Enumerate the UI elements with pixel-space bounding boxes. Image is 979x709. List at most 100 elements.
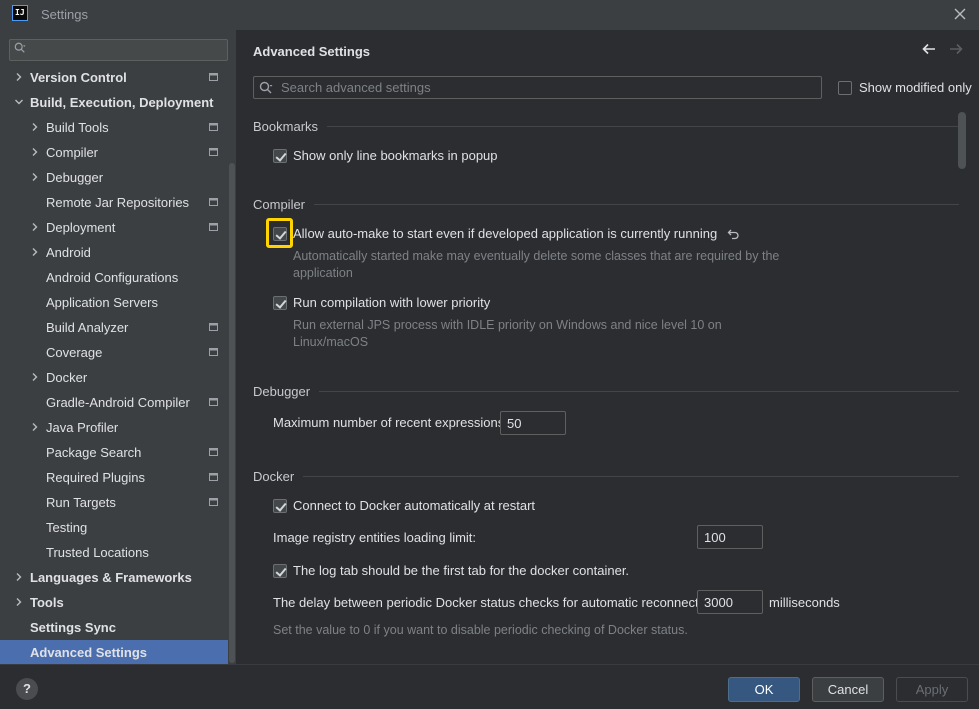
docker-auto-connect-checkbox[interactable] — [273, 498, 287, 513]
back-arrow-icon[interactable] — [920, 40, 938, 58]
intellij-logo-icon: IJ — [12, 5, 28, 21]
project-level-icon — [209, 223, 218, 231]
sidebar-item-package-search[interactable]: Package Search — [0, 440, 228, 465]
sidebar-item-java-profiler[interactable]: Java Profiler — [0, 415, 228, 440]
sidebar-item-build-tools[interactable]: Build Tools — [0, 115, 228, 140]
sidebar-item-label: Deployment — [46, 220, 116, 235]
chevron-right-icon[interactable] — [30, 147, 40, 157]
forward-arrow-icon — [950, 43, 963, 55]
sidebar-item-label: Application Servers — [46, 295, 158, 310]
project-level-icon — [209, 323, 218, 331]
sidebar-item-deployment[interactable]: Deployment — [0, 215, 228, 240]
registry-limit-input[interactable] — [698, 526, 762, 548]
settings-main-panel: Advanced Settings Show modified only Boo… — [236, 30, 979, 664]
sidebar-item-tools[interactable]: Tools — [0, 590, 228, 615]
main-scrollbar[interactable] — [958, 112, 966, 169]
ok-button[interactable]: OK — [728, 677, 800, 702]
sidebar-item-trusted-locations[interactable]: Trusted Locations — [0, 540, 228, 565]
registry-limit-label: Image registry entities loading limit: — [273, 530, 477, 545]
search-icon — [259, 81, 273, 94]
sidebar-scrollbar[interactable] — [229, 163, 235, 663]
chevron-right-icon[interactable] — [14, 597, 24, 607]
sidebar-item-label: Languages & Frameworks — [30, 570, 192, 585]
sidebar-item-languages-frameworks[interactable]: Languages & Frameworks — [0, 565, 228, 590]
sidebar-item-android-configurations[interactable]: Android Configurations — [0, 265, 228, 290]
sidebar-item-gradle-android-compiler[interactable]: Gradle-Android Compiler — [0, 390, 228, 415]
project-level-icon — [209, 198, 218, 206]
close-icon — [954, 8, 966, 20]
recent-expressions-row: Maximum number of recent expressions: — [273, 415, 508, 430]
sidebar-item-label: Debugger — [46, 170, 104, 185]
chevron-right-icon[interactable] — [30, 222, 40, 232]
window-title: Settings — [41, 7, 88, 22]
line-bookmarks-checkbox[interactable] — [273, 148, 287, 163]
sidebar-item-application-servers[interactable]: Application Servers — [0, 290, 228, 315]
project-level-icon — [209, 73, 218, 81]
apply-button[interactable]: Apply — [896, 677, 968, 702]
project-level-icon — [209, 123, 218, 131]
chevron-right-icon[interactable] — [14, 572, 24, 582]
log-tab-option[interactable]: The log tab should be the first tab for … — [273, 563, 629, 578]
sidebar-item-coverage[interactable]: Coverage — [0, 340, 228, 365]
chevron-down-icon[interactable] — [14, 97, 24, 107]
auto-make-checkbox[interactable] — [273, 226, 287, 241]
sidebar-item-label: Java Profiler — [46, 420, 119, 435]
docker-delay-hint: Set the value to 0 if you want to disabl… — [273, 623, 688, 637]
advanced-settings-search — [253, 76, 822, 99]
show-modified-only-checkbox[interactable]: Show modified only — [838, 80, 972, 95]
docker-delay-row: The delay between periodic Docker status… — [273, 595, 720, 610]
sidebar-item-label: Testing — [46, 520, 88, 535]
section-title: Docker — [253, 469, 295, 484]
sidebar-item-testing[interactable]: Testing — [0, 515, 228, 540]
close-window-button[interactable] — [950, 3, 970, 25]
sidebar-item-remote-jar-repositories[interactable]: Remote Jar Repositories — [0, 190, 228, 215]
sidebar-item-label: Build Tools — [46, 120, 109, 135]
log-tab-checkbox[interactable] — [273, 563, 287, 578]
chevron-right-icon[interactable] — [30, 172, 40, 182]
window-titlebar: IJ Settings — [0, 0, 979, 30]
chevron-right-icon[interactable] — [30, 247, 40, 257]
sidebar-item-required-plugins[interactable]: Required Plugins — [0, 465, 228, 490]
checkbox[interactable] — [838, 80, 852, 95]
sidebar-item-docker[interactable]: Docker — [0, 365, 228, 390]
sidebar-item-settings-sync[interactable]: Settings Sync — [0, 615, 228, 640]
sidebar-item-build-analyzer[interactable]: Build Analyzer — [0, 315, 228, 340]
sidebar-item-advanced-settings[interactable]: Advanced Settings — [0, 640, 228, 665]
cancel-button[interactable]: Cancel — [812, 677, 884, 702]
sidebar-search-input[interactable] — [9, 39, 228, 61]
sidebar-item-label: Trusted Locations — [46, 545, 149, 560]
auto-make-option[interactable]: Allow auto-make to start even if develop… — [273, 226, 740, 241]
search-input[interactable] — [281, 79, 811, 96]
chevron-right-icon[interactable] — [30, 122, 40, 132]
log-tab-label: The log tab should be the first tab for … — [293, 563, 630, 578]
low-priority-hint: Run external JPS process with IDLE prior… — [293, 318, 722, 349]
project-level-icon — [209, 448, 218, 456]
sidebar-item-label: Docker — [46, 370, 88, 385]
low-priority-checkbox[interactable] — [273, 295, 287, 310]
recent-expressions-input[interactable] — [501, 412, 565, 434]
low-priority-label: Run compilation with lower priority — [293, 295, 491, 310]
section-title: Compiler — [253, 197, 306, 212]
line-bookmarks-label: Show only line bookmarks in popup — [293, 148, 498, 163]
page-title: Advanced Settings — [253, 44, 371, 59]
line-bookmarks-option[interactable]: Show only line bookmarks in popup — [273, 148, 498, 163]
sidebar-item-debugger[interactable]: Debugger — [0, 165, 228, 190]
chevron-right-icon[interactable] — [30, 372, 40, 382]
sidebar-item-compiler[interactable]: Compiler — [0, 140, 228, 165]
chevron-right-icon[interactable] — [14, 72, 24, 82]
low-priority-option[interactable]: Run compilation with lower priority — [273, 295, 490, 310]
docker-auto-connect-option[interactable]: Connect to Docker automatically at resta… — [273, 498, 535, 513]
project-level-icon — [209, 398, 218, 406]
sidebar-item-build-execution-deployment[interactable]: Build, Execution, Deployment — [0, 90, 228, 115]
reset-to-default-icon[interactable] — [727, 227, 740, 240]
sidebar-item-label: Remote Jar Repositories — [46, 195, 190, 210]
sidebar-item-version-control[interactable]: Version Control — [0, 65, 228, 90]
section-docker: Docker — [253, 469, 959, 484]
sidebar-item-run-targets[interactable]: Run Targets — [0, 490, 228, 515]
sidebar-item-android[interactable]: Android — [0, 240, 228, 265]
chevron-right-icon[interactable] — [30, 422, 40, 432]
help-button[interactable]: ? — [16, 678, 38, 700]
sidebar-item-label: Package Search — [46, 445, 142, 460]
docker-delay-input[interactable] — [698, 591, 762, 613]
section-title: Debugger — [253, 384, 311, 399]
